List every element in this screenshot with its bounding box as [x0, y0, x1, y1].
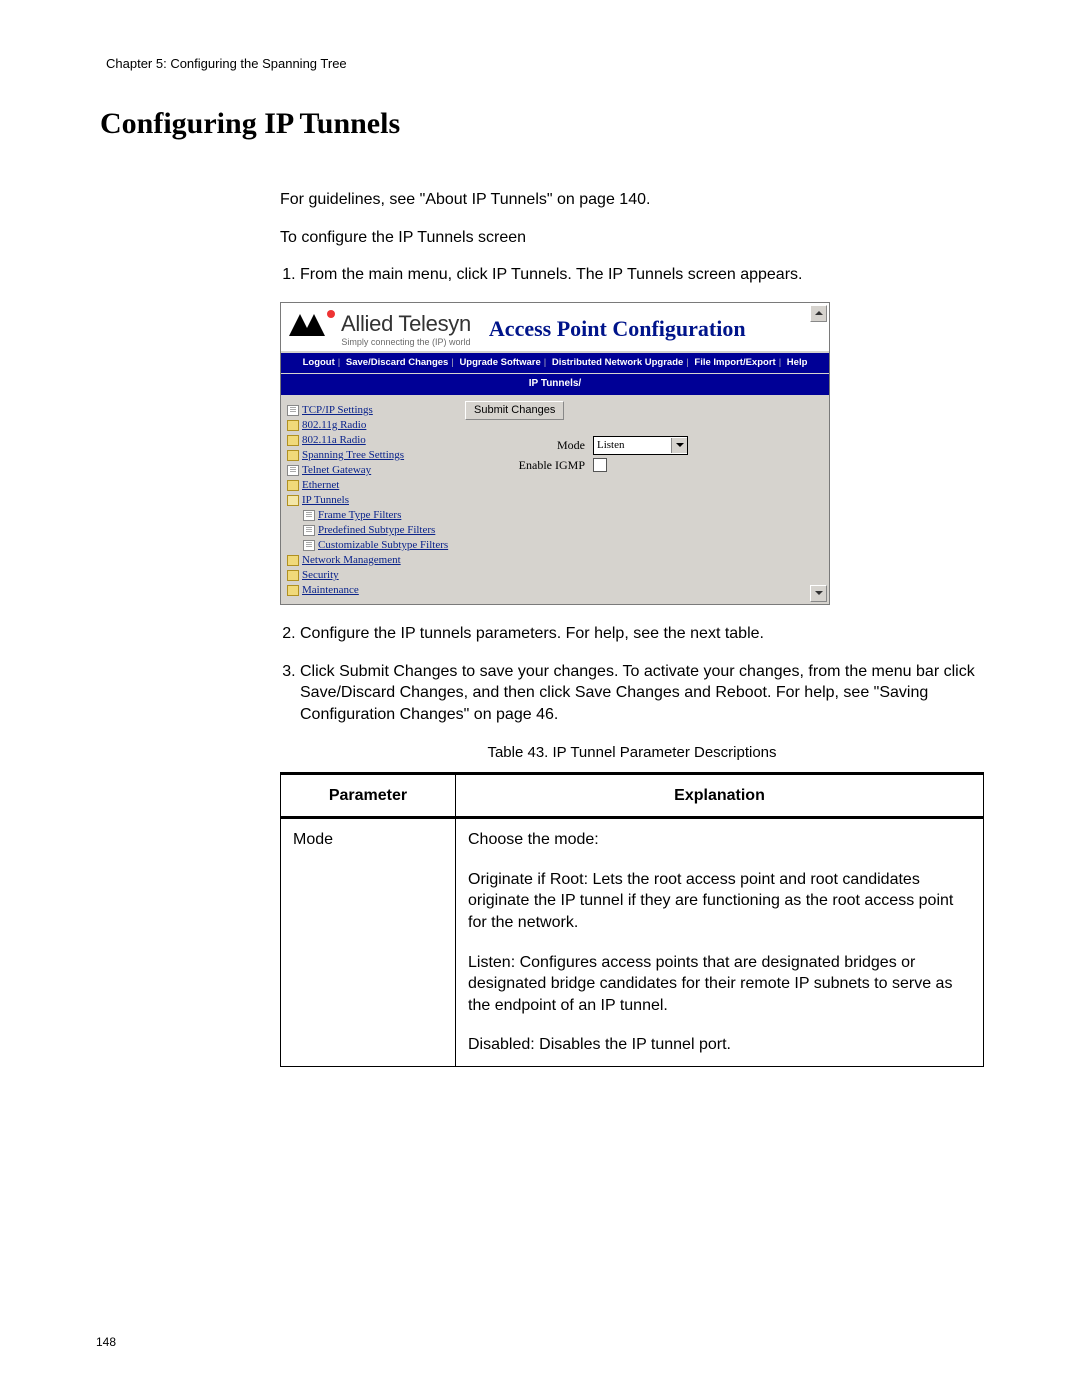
scrollbar-track[interactable]: [813, 304, 828, 603]
step-1: From the main menu, click IP Tunnels. Th…: [300, 264, 984, 286]
step-2: Configure the IP tunnels parameters. For…: [300, 623, 984, 645]
page-number: 148: [96, 1335, 116, 1349]
enable-igmp-label: Enable IGMP: [465, 457, 593, 473]
intro-instruction: To configure the IP Tunnels screen: [280, 227, 984, 249]
explanation-disabled: Disabled: Disables the IP tunnel port.: [468, 1034, 971, 1056]
explanation-listen: Listen: Configures access points that ar…: [468, 952, 971, 1017]
submit-changes-button[interactable]: Submit Changes: [465, 401, 564, 420]
mode-select-value: Listen: [597, 438, 625, 453]
brand-name: Allied Telesyn: [341, 309, 471, 339]
table-header-parameter: Parameter: [281, 773, 456, 818]
table-row: Mode Choose the mode: Originate if Root:…: [281, 818, 984, 1067]
folder-icon: [287, 435, 299, 446]
nav-custom-filters[interactable]: Customizable Subtype Filters: [318, 538, 448, 553]
step-3: Click Submit Changes to save your change…: [300, 661, 984, 726]
brand-logo-icon: [289, 312, 335, 336]
menu-upgrade[interactable]: Upgrade Software: [459, 357, 540, 368]
chevron-down-icon[interactable]: [671, 438, 687, 453]
breadcrumb: IP Tunnels/: [281, 374, 829, 395]
folder-icon: [287, 480, 299, 491]
section-title: Configuring IP Tunnels: [100, 107, 984, 141]
doc-icon: [287, 465, 299, 476]
nav-tree: TCP/IP Settings 802.11g Radio 802.11a Ra…: [281, 397, 459, 604]
nav-security[interactable]: Security: [302, 568, 339, 583]
folder-icon: [287, 420, 299, 431]
menu-help[interactable]: Help: [787, 357, 808, 368]
folder-icon: [287, 450, 299, 461]
chapter-header: Chapter 5: Configuring the Spanning Tree: [106, 56, 984, 71]
folder-icon: [287, 570, 299, 581]
screenshot-ip-tunnels: Allied Telesyn Simply connecting the (IP…: [280, 302, 830, 605]
brand-tagline: Simply connecting the (IP) world: [341, 336, 470, 348]
folder-icon: [287, 585, 299, 596]
menu-save-discard[interactable]: Save/Discard Changes: [346, 357, 448, 368]
nav-spanning-tree[interactable]: Spanning Tree Settings: [302, 448, 404, 463]
nav-80211a[interactable]: 802.11a Radio: [302, 433, 366, 448]
table-cell-explanation: Choose the mode: Originate if Root: Lets…: [456, 818, 984, 1067]
nav-ethernet[interactable]: Ethernet: [302, 478, 339, 493]
explanation-originate: Originate if Root: Lets the root access …: [468, 869, 971, 934]
nav-network-management[interactable]: Network Management: [302, 553, 401, 568]
folder-open-icon: [287, 495, 299, 506]
mode-select[interactable]: Listen: [593, 436, 688, 455]
nav-predefined-filters[interactable]: Predefined Subtype Filters: [318, 523, 435, 538]
enable-igmp-checkbox[interactable]: [593, 458, 607, 472]
menu-bar: Logout| Save/Discard Changes| Upgrade So…: [281, 351, 829, 375]
parameter-table: Parameter Explanation Mode Choose the mo…: [280, 772, 984, 1067]
app-title: Access Point Configuration: [489, 314, 746, 344]
table-cell-parameter: Mode: [281, 818, 456, 1067]
menu-logout[interactable]: Logout: [303, 357, 335, 368]
menu-file-io[interactable]: File Import/Export: [694, 357, 775, 368]
doc-icon: [303, 525, 315, 536]
folder-icon: [287, 555, 299, 566]
nav-80211g[interactable]: 802.11g Radio: [302, 418, 366, 433]
doc-icon: [303, 510, 315, 521]
nav-tcpip[interactable]: TCP/IP Settings: [302, 403, 373, 418]
table-caption: Table 43. IP Tunnel Parameter Descriptio…: [280, 743, 984, 763]
intro-paragraph: For guidelines, see "About IP Tunnels" o…: [280, 189, 984, 211]
doc-icon: [303, 540, 315, 551]
table-header-explanation: Explanation: [456, 773, 984, 818]
mode-label: Mode: [465, 437, 593, 453]
nav-maintenance[interactable]: Maintenance: [302, 583, 359, 598]
nav-telnet[interactable]: Telnet Gateway: [302, 463, 371, 478]
scroll-up-icon[interactable]: [810, 305, 827, 322]
explanation-intro: Choose the mode:: [468, 829, 971, 851]
scroll-down-icon[interactable]: [810, 585, 827, 602]
nav-ip-tunnels[interactable]: IP Tunnels: [302, 493, 349, 508]
doc-icon: [287, 405, 299, 416]
menu-dist-upgrade[interactable]: Distributed Network Upgrade: [552, 357, 683, 368]
nav-frame-type-filters[interactable]: Frame Type Filters: [318, 508, 401, 523]
